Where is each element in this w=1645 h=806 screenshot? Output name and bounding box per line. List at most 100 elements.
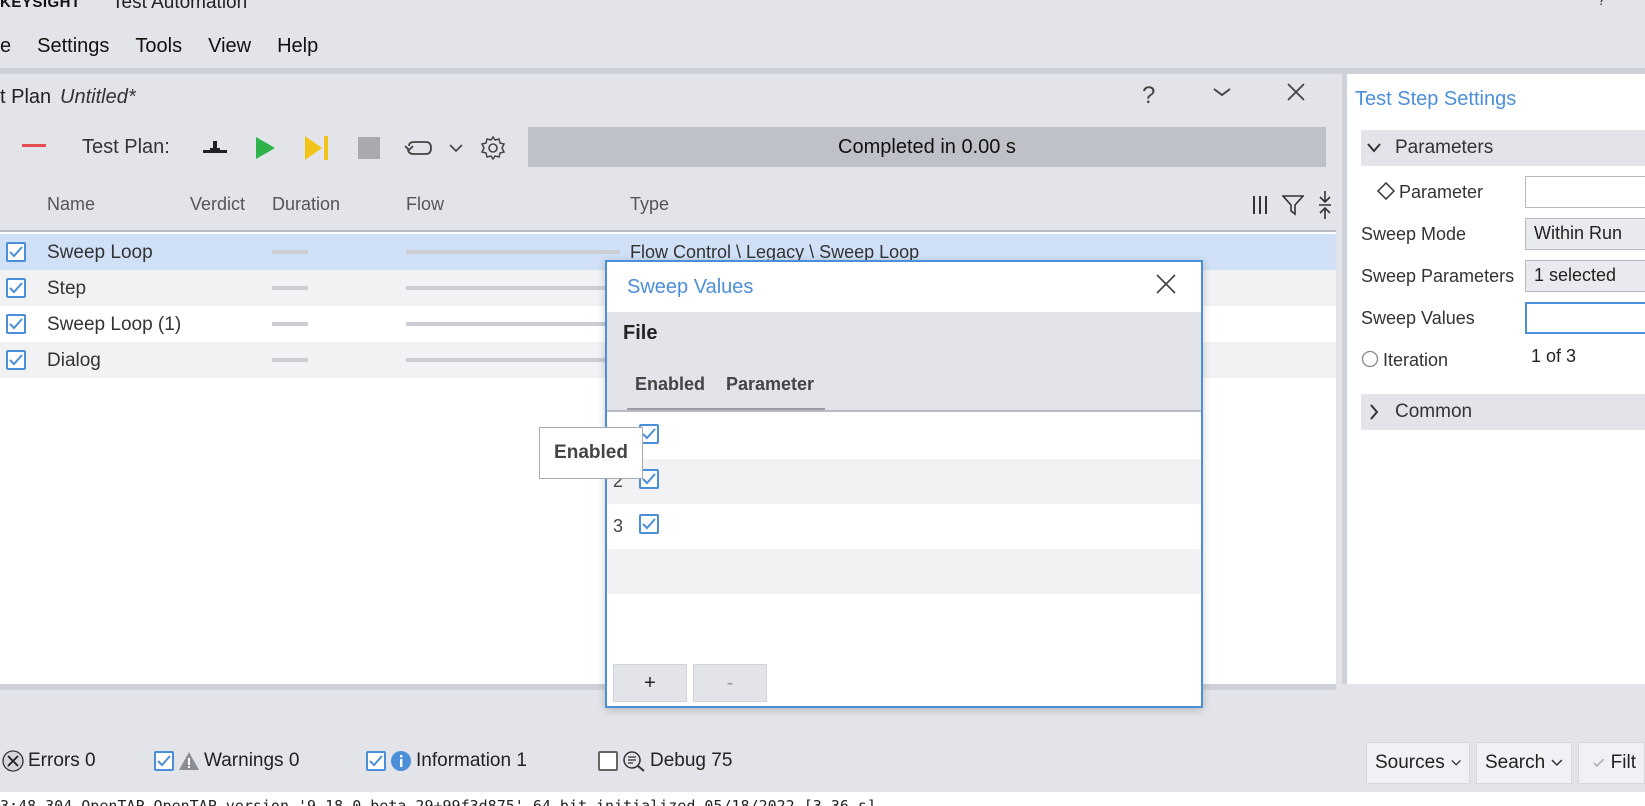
debug-icon (623, 751, 645, 772)
close-icon[interactable] (1155, 270, 1177, 302)
chevron-down-icon (1367, 143, 1381, 153)
file-menu[interactable]: File (623, 322, 657, 345)
warnings-count: Warnings 0 (204, 750, 300, 771)
column-enabled[interactable]: Enabled (635, 374, 705, 395)
row-enabled-checkbox[interactable] (639, 514, 659, 534)
parameter-label: Parameter (1399, 182, 1484, 202)
add-row-button[interactable]: + (613, 664, 687, 702)
empty-row (607, 549, 1201, 594)
duration-placeholder (272, 358, 308, 362)
filter-icon[interactable] (1281, 194, 1305, 221)
debug-count: Debug 75 (650, 750, 733, 771)
menu-tools[interactable]: Tools (122, 35, 195, 58)
plan-document-name: Untitled* (60, 86, 136, 108)
dialog-menu-bar: File (607, 312, 1201, 356)
column-flow[interactable]: Flow (406, 194, 444, 215)
plan-toolbar: Test Plan: Completed in 0.00 s (0, 122, 1336, 174)
step-name: Dialog (47, 350, 101, 371)
debug-filter[interactable]: Debug 75 (598, 750, 732, 772)
table-row[interactable]: 3 (607, 504, 1201, 549)
table-row[interactable]: 1 (607, 414, 1201, 459)
diamond-icon (1377, 182, 1395, 200)
sweep-values-dialog: Sweep Values File Enabled Parameter 1 2 … (605, 260, 1203, 708)
radio-icon[interactable] (1361, 350, 1379, 368)
chevron-right-icon (1370, 404, 1379, 420)
menu-bar: e Settings Tools View Help (0, 28, 331, 64)
run-icon[interactable] (250, 134, 280, 162)
repeat-icon[interactable] (404, 134, 434, 162)
step-name: Step (47, 278, 87, 299)
chevron-down-icon (1551, 759, 1563, 767)
step-name: Sweep Loop (47, 242, 153, 263)
plan-column-header: Name Verdict Duration Flow Type (0, 174, 1336, 232)
help-icon[interactable]: ? (1597, 0, 1606, 10)
column-name[interactable]: Name (47, 194, 95, 215)
stop-icon[interactable] (354, 134, 384, 162)
close-icon[interactable] (1284, 80, 1308, 111)
title-bar: KEYSIGHT Test Automation ? (0, 0, 1645, 14)
column-verdict[interactable]: Verdict (190, 194, 245, 215)
warnings-filter[interactable]: Warnings 0 (154, 750, 299, 772)
information-checkbox[interactable] (366, 751, 386, 771)
iteration-label: Iteration (1383, 350, 1449, 370)
search-dropdown[interactable]: Search (1476, 742, 1572, 784)
chevron-down-icon[interactable] (446, 134, 466, 162)
information-count: Information 1 (416, 750, 527, 771)
run-status-bar: Completed in 0.00 s (528, 127, 1326, 167)
menu-help[interactable]: Help (264, 35, 331, 58)
duration-placeholder (272, 286, 308, 290)
menu-file[interactable]: e (0, 35, 24, 58)
sources-label: Sources (1375, 752, 1445, 773)
menu-settings[interactable]: Settings (24, 35, 122, 58)
plan-help-icon[interactable]: ? (1142, 82, 1155, 110)
step-name: Sweep Loop (1) (47, 314, 182, 335)
toolbar-label: Test Plan: (82, 136, 170, 158)
step-enabled-checkbox[interactable] (6, 242, 26, 262)
column-tools (1252, 190, 1332, 225)
step-enabled-checkbox[interactable] (6, 278, 26, 298)
dialog-column-header: Enabled Parameter (607, 356, 1201, 412)
warnings-checkbox[interactable] (154, 751, 174, 771)
columns-icon[interactable] (1252, 194, 1268, 221)
menu-view[interactable]: View (195, 35, 264, 58)
sweep-parameters-select[interactable]: 1 selected (1525, 260, 1645, 292)
collapse-all-icon[interactable] (1318, 190, 1332, 225)
plan-title: t Plan (0, 86, 52, 108)
sweep-parameters-label: Sweep Parameters (1361, 266, 1515, 286)
remove-step-button[interactable] (22, 144, 46, 147)
common-header-label: Common (1395, 401, 1473, 422)
column-duration[interactable]: Duration (272, 194, 340, 215)
flow-placeholder (406, 358, 620, 362)
app-title: Test Automation (112, 0, 248, 13)
remove-row-button[interactable]: - (693, 664, 767, 702)
parameter-field[interactable] (1525, 176, 1645, 208)
step-enabled-checkbox[interactable] (6, 350, 26, 370)
step-enabled-checkbox[interactable] (6, 314, 26, 334)
step-settings-panel: Test Step Settings Parameters Parameter … (1342, 74, 1645, 684)
sweep-values-label: Sweep Values (1361, 308, 1475, 328)
run-selected-icon[interactable] (302, 134, 332, 162)
sweep-mode-select[interactable]: Within Run (1525, 218, 1645, 250)
plan-header: t Plan Untitled* ? (0, 74, 1336, 122)
debug-checkbox[interactable] (598, 751, 618, 771)
settings-title: Test Step Settings (1355, 88, 1517, 110)
flow-placeholder (406, 322, 620, 326)
chevron-down-icon[interactable] (1210, 80, 1234, 110)
check-icon (1593, 758, 1605, 767)
filter-button[interactable]: Filt (1578, 742, 1645, 784)
common-section-header[interactable]: Common (1361, 394, 1645, 430)
information-filter[interactable]: Information 1 (366, 750, 527, 772)
sweep-mode-label: Sweep Mode (1361, 224, 1467, 244)
column-parameter[interactable]: Parameter (726, 374, 814, 395)
sweep-values-field[interactable] (1525, 302, 1645, 334)
errors-count: Errors 0 (28, 750, 96, 771)
table-row[interactable]: 2 (607, 459, 1201, 504)
filter-label: Filt (1610, 752, 1636, 773)
flow-placeholder (406, 250, 620, 254)
errors-filter[interactable]: Errors 0 (2, 750, 96, 772)
sources-dropdown[interactable]: Sources (1366, 742, 1470, 784)
parameters-section-header[interactable]: Parameters (1361, 130, 1645, 166)
breakpoint-icon[interactable] (200, 134, 230, 162)
gear-icon[interactable] (478, 134, 508, 162)
column-type[interactable]: Type (630, 194, 669, 215)
